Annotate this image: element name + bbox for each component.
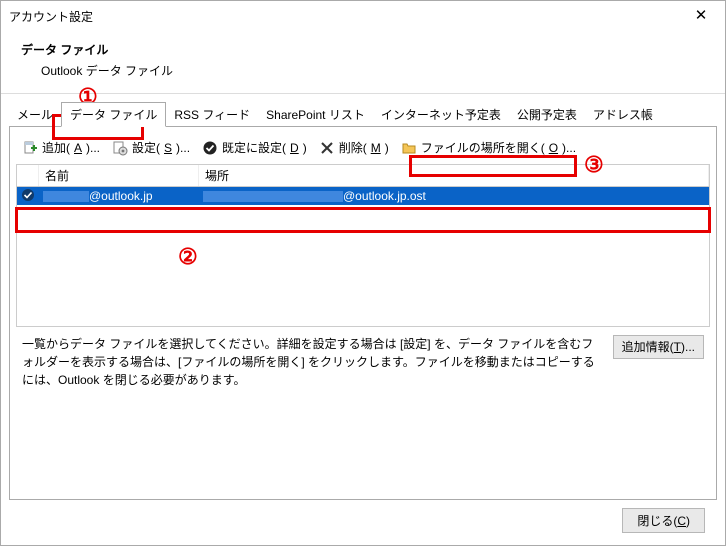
settings-accel: S [164, 141, 172, 155]
toolbar: 追加( A)... 設定( S)... 既定に設定( D) [16, 133, 710, 164]
add-button[interactable]: 追加( A)... [18, 137, 104, 158]
row-location: @outlook.jp.ost [199, 189, 709, 203]
info-label-pre: 追加情報( [622, 340, 674, 354]
tab-strip: メール データ ファイル RSS フィード SharePoint リスト インタ… [9, 102, 717, 126]
info-accel: T [674, 340, 681, 354]
open-label-pre: ファイルの場所を開く( [421, 139, 545, 156]
close-label-post: ) [686, 514, 690, 528]
open-location-button[interactable]: ファイルの場所を開く( O)... [397, 137, 580, 158]
col-default-marker[interactable] [17, 165, 39, 186]
open-accel: O [549, 141, 558, 155]
tab-rss[interactable]: RSS フィード [166, 103, 258, 126]
col-location[interactable]: 場所 [199, 165, 709, 186]
tab-published-cal[interactable]: 公開予定表 [509, 103, 585, 126]
row-name-suffix: @outlook.jp [89, 189, 153, 203]
titlebar: アカウント設定 ✕ [1, 1, 725, 31]
close-label-pre: 閉じる( [637, 514, 677, 528]
window-title: アカウント設定 [9, 8, 93, 25]
remove-label-post: ) [385, 141, 389, 155]
remove-button[interactable]: 削除( M) [315, 137, 393, 158]
close-button[interactable]: 閉じる(C) [622, 508, 705, 533]
info-label-post: )... [681, 340, 695, 354]
hint-text: 一覧からデータ ファイルを選択してください。詳細を設定する場合は [設定] を、… [22, 335, 601, 389]
close-accel: C [677, 514, 686, 528]
add-accel: A [74, 141, 82, 155]
tab-internet-cal[interactable]: インターネット予定表 [373, 103, 509, 126]
header-subtitle: Outlook データ ファイル [41, 62, 705, 79]
add-file-icon [22, 140, 38, 156]
row-name: @outlook.jp [39, 189, 199, 203]
add-label-post: )... [86, 141, 100, 155]
redacted-location-prefix [203, 191, 343, 202]
tab-data-files[interactable]: データ ファイル [61, 102, 166, 127]
settings-button[interactable]: 設定( S)... [108, 137, 194, 158]
tab-address-book[interactable]: アドレス帳 [585, 103, 661, 126]
hint-row: 一覧からデータ ファイルを選択してください。詳細を設定する場合は [設定] を、… [16, 327, 710, 389]
tab-mail[interactable]: メール [9, 103, 61, 126]
delete-icon [319, 140, 335, 156]
row-location-suffix: @outlook.jp.ost [343, 189, 426, 203]
settings-label-pre: 設定( [132, 139, 160, 156]
open-label-post: )... [562, 141, 576, 155]
dialog-footer: 閉じる(C) [9, 500, 717, 545]
default-label-pre: 既定に設定( [222, 139, 286, 156]
check-circle-icon [202, 140, 218, 156]
folder-open-icon [401, 140, 417, 156]
default-check-icon [17, 188, 39, 205]
additional-info-button[interactable]: 追加情報(T)... [613, 335, 704, 359]
tab-panel-data-files: 追加( A)... 設定( S)... 既定に設定( D) [9, 126, 717, 500]
default-label-post: ) [303, 141, 307, 155]
header-title: データ ファイル [21, 41, 705, 58]
settings-label-post: )... [176, 141, 190, 155]
col-name[interactable]: 名前 [39, 165, 199, 186]
settings-icon [112, 140, 128, 156]
redacted-name-prefix [43, 191, 89, 202]
list-row[interactable]: @outlook.jp @outlook.jp.ost [17, 187, 709, 205]
default-accel: D [290, 141, 299, 155]
header-block: データ ファイル Outlook データ ファイル [1, 31, 725, 94]
set-default-button[interactable]: 既定に設定( D) [198, 137, 311, 158]
close-icon[interactable]: ✕ [685, 1, 717, 31]
remove-accel: M [371, 141, 381, 155]
tab-sharepoint[interactable]: SharePoint リスト [258, 103, 373, 126]
account-settings-dialog: アカウント設定 ✕ データ ファイル Outlook データ ファイル メール … [0, 0, 726, 546]
list-header: 名前 場所 [16, 164, 710, 187]
add-label-pre: 追加( [42, 139, 70, 156]
data-file-list[interactable]: @outlook.jp @outlook.jp.ost [16, 187, 710, 327]
remove-label-pre: 削除( [339, 139, 367, 156]
tabs-container: メール データ ファイル RSS フィード SharePoint リスト インタ… [1, 94, 725, 545]
